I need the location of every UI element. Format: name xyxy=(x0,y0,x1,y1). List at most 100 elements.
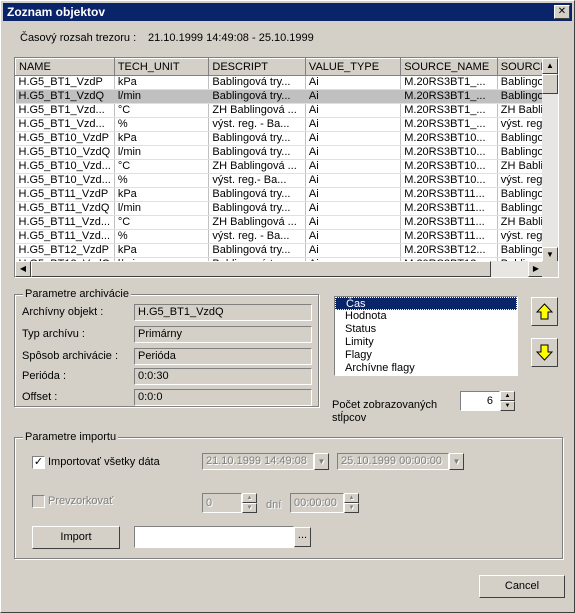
spin-up-icon: ▲ xyxy=(344,493,359,503)
resample-days-input: 0 xyxy=(202,493,242,513)
import-params-title: Parametre importu xyxy=(23,431,119,444)
time-range-value: 21.10.1999 14:49:08 - 25.10.1999 xyxy=(148,32,314,44)
table-cell: Ai xyxy=(305,117,402,132)
table-cell: Ai xyxy=(305,145,402,160)
scroll-up-icon[interactable]: ▲ xyxy=(542,58,558,74)
visible-columns-label-line1: Počet zobrazovaných xyxy=(332,399,438,411)
column-header-source-name[interactable]: SOURCE_NAME xyxy=(400,58,498,76)
list-item[interactable]: Limity xyxy=(335,336,517,349)
spin-down-icon[interactable]: ▼ xyxy=(500,401,515,411)
list-item[interactable]: Čas xyxy=(335,297,517,310)
table-cell: kPa xyxy=(114,187,210,202)
cancel-button[interactable]: Cancel xyxy=(479,575,565,598)
table-cell: M.20RS3BT10... xyxy=(400,131,498,146)
column-header-value-type[interactable]: VALUE_TYPE xyxy=(304,58,402,76)
table-row[interactable]: H.G5_BT12_VzdP kPa Bablingová try... Ai M.20… xyxy=(15,243,558,258)
table-cell: kPa xyxy=(114,75,210,90)
hscroll-thumb[interactable] xyxy=(31,261,491,277)
table-cell: Ai xyxy=(305,229,402,244)
table-cell: Ai xyxy=(305,103,402,118)
table-cell: Ai xyxy=(305,243,402,258)
list-item[interactable]: Hodnota xyxy=(335,310,517,323)
move-up-button[interactable] xyxy=(531,297,558,326)
columns-listbox[interactable]: Čas Hodnota Status Limity Flagy Archívne… xyxy=(334,296,518,376)
table-row[interactable]: H.G5_BT10_VzdP kPa Bablingová try... Ai M.20… xyxy=(15,131,558,146)
time-range-label: Časový rozsah trezoru : xyxy=(20,32,137,44)
resample-time-spinner: ▲ ▼ xyxy=(344,493,359,513)
table-cell: Ai xyxy=(305,159,402,174)
table-row[interactable]: H.G5_BT1_VzdQ l/min Bablingová try... Ai M.2… xyxy=(15,89,558,104)
offset-label: Offset : xyxy=(22,391,58,403)
column-header-name[interactable]: NAME xyxy=(15,58,115,76)
table-row[interactable]: H.G5_BT10_Vzd... °C ZH Bablingová ... Ai M.2… xyxy=(15,159,558,174)
spin-down-icon: ▼ xyxy=(242,503,257,513)
browse-button[interactable]: ... xyxy=(294,527,311,547)
spin-down-icon: ▼ xyxy=(344,503,359,513)
table-row[interactable]: H.G5_BT11_VzdP kPa Bablingová try... Ai M.20… xyxy=(15,187,558,202)
import-button[interactable]: Import xyxy=(32,526,120,549)
days-unit-label: dní xyxy=(266,499,282,511)
table-cell: l/min xyxy=(114,89,210,104)
table-row[interactable]: H.G5_BT1_Vzd... °C ZH Bablingová ... Ai M.20… xyxy=(15,103,558,118)
close-button[interactable]: ✕ xyxy=(554,5,570,19)
resample-time-input: 00:00:00 xyxy=(290,493,344,513)
table-cell: Ai xyxy=(305,187,402,202)
horizontal-scrollbar[interactable]: ◀ ▶ xyxy=(15,261,544,277)
table-cell: H.G5_BT10_VzdP xyxy=(15,131,115,146)
table-cell: Bablingová try... xyxy=(208,131,306,146)
table-row[interactable]: H.G5_BT11_VzdQ l/min Bablingová try... Ai M.… xyxy=(15,201,558,216)
table-cell: l/min xyxy=(114,145,210,160)
table-cell: H.G5_BT11_VzdP xyxy=(15,187,115,202)
table-row[interactable]: H.G5_BT1_Vzd...% výst. reg. - Ba... Ai M.20… xyxy=(15,117,558,132)
table-cell: M.20RS3BT1_... xyxy=(400,117,498,132)
objects-table[interactable]: NAME TECH_UNIT DESCRIPT VALUE_TYPE SOURC… xyxy=(14,57,559,278)
table-cell: M.20RS3BT11... xyxy=(400,229,498,244)
table-cell: H.G5_BT1_Vzd... xyxy=(15,103,115,118)
scroll-thumb[interactable] xyxy=(542,74,558,94)
table-cell: Ai xyxy=(305,173,402,188)
visible-columns-spinner[interactable]: ▲ ▼ xyxy=(500,391,515,411)
visible-columns-input[interactable]: 6 xyxy=(460,391,500,411)
column-header-descript[interactable]: DESCRIPT xyxy=(208,58,306,76)
table-cell: M.20RS3BT10... xyxy=(400,145,498,160)
table-cell: H.G5_BT11_Vzd... xyxy=(15,229,115,244)
table-row[interactable]: H.G5_BT10_Vzd...% výst. reg.- Ba... Ai M.20… xyxy=(15,173,558,188)
import-path-input[interactable] xyxy=(134,526,294,548)
import-all-checkbox[interactable]: ✓ xyxy=(32,456,45,469)
table-cell: M.20RS3BT12... xyxy=(400,243,498,258)
table-cell: kPa xyxy=(114,131,210,146)
list-item[interactable]: Archívne flagy xyxy=(335,362,517,375)
archive-params-title: Parametre archivácie xyxy=(23,288,131,301)
list-item[interactable]: Status xyxy=(335,323,517,336)
arrow-down-icon xyxy=(536,344,553,361)
scroll-left-icon[interactable]: ◀ xyxy=(15,261,31,277)
period-label: Perióda : xyxy=(22,370,67,382)
period-field: 0:0:30 xyxy=(134,368,312,385)
scrollbar-corner xyxy=(542,261,558,277)
table-cell: H.G5_BT11_VzdQ xyxy=(15,201,115,216)
table-cell: Bablingová try... xyxy=(208,145,306,160)
archive-method-label: Spôsob archivácie : xyxy=(22,350,118,362)
move-down-button[interactable] xyxy=(531,338,558,367)
table-cell: M.20RS3BT11... xyxy=(400,215,498,230)
arrow-up-icon xyxy=(536,303,553,320)
archive-object-field: H.G5_BT1_VzdQ xyxy=(134,304,312,321)
table-cell: % xyxy=(114,173,210,188)
table-row[interactable]: H.G5_BT10_VzdQ l/min Bablingová try... Ai M.… xyxy=(15,145,558,160)
table-cell: Ai xyxy=(305,201,402,216)
spin-up-icon[interactable]: ▲ xyxy=(500,391,515,401)
table-cell: H.G5_BT11_Vzd... xyxy=(15,215,115,230)
list-item[interactable]: Flagy xyxy=(335,349,517,362)
vertical-scrollbar[interactable]: ▲ ▼ xyxy=(542,58,558,263)
table-cell: Bablingová try... xyxy=(208,201,306,216)
table-row[interactable]: H.G5_BT11_Vzd...% výst. reg. - Ba... Ai M.2… xyxy=(15,229,558,244)
table-cell: ZH Bablingová ... xyxy=(208,103,306,118)
table-cell: výst. reg.- Ba... xyxy=(208,173,306,188)
table-row[interactable]: H.G5_BT11_Vzd... °C ZH Bablingová ... Ai M.2… xyxy=(15,215,558,230)
import-from-date: 21.10.1999 14:49:08 xyxy=(202,453,314,470)
table-row[interactable]: H.G5_BT1_VzdP kPa Bablingová try... Ai M.20R… xyxy=(15,75,558,90)
table-cell: M.20RS3BT11... xyxy=(400,201,498,216)
table-cell: M.20RS3BT11... xyxy=(400,187,498,202)
table-cell: Ai xyxy=(305,89,402,104)
column-header-tech-unit[interactable]: TECH_UNIT xyxy=(113,58,210,76)
